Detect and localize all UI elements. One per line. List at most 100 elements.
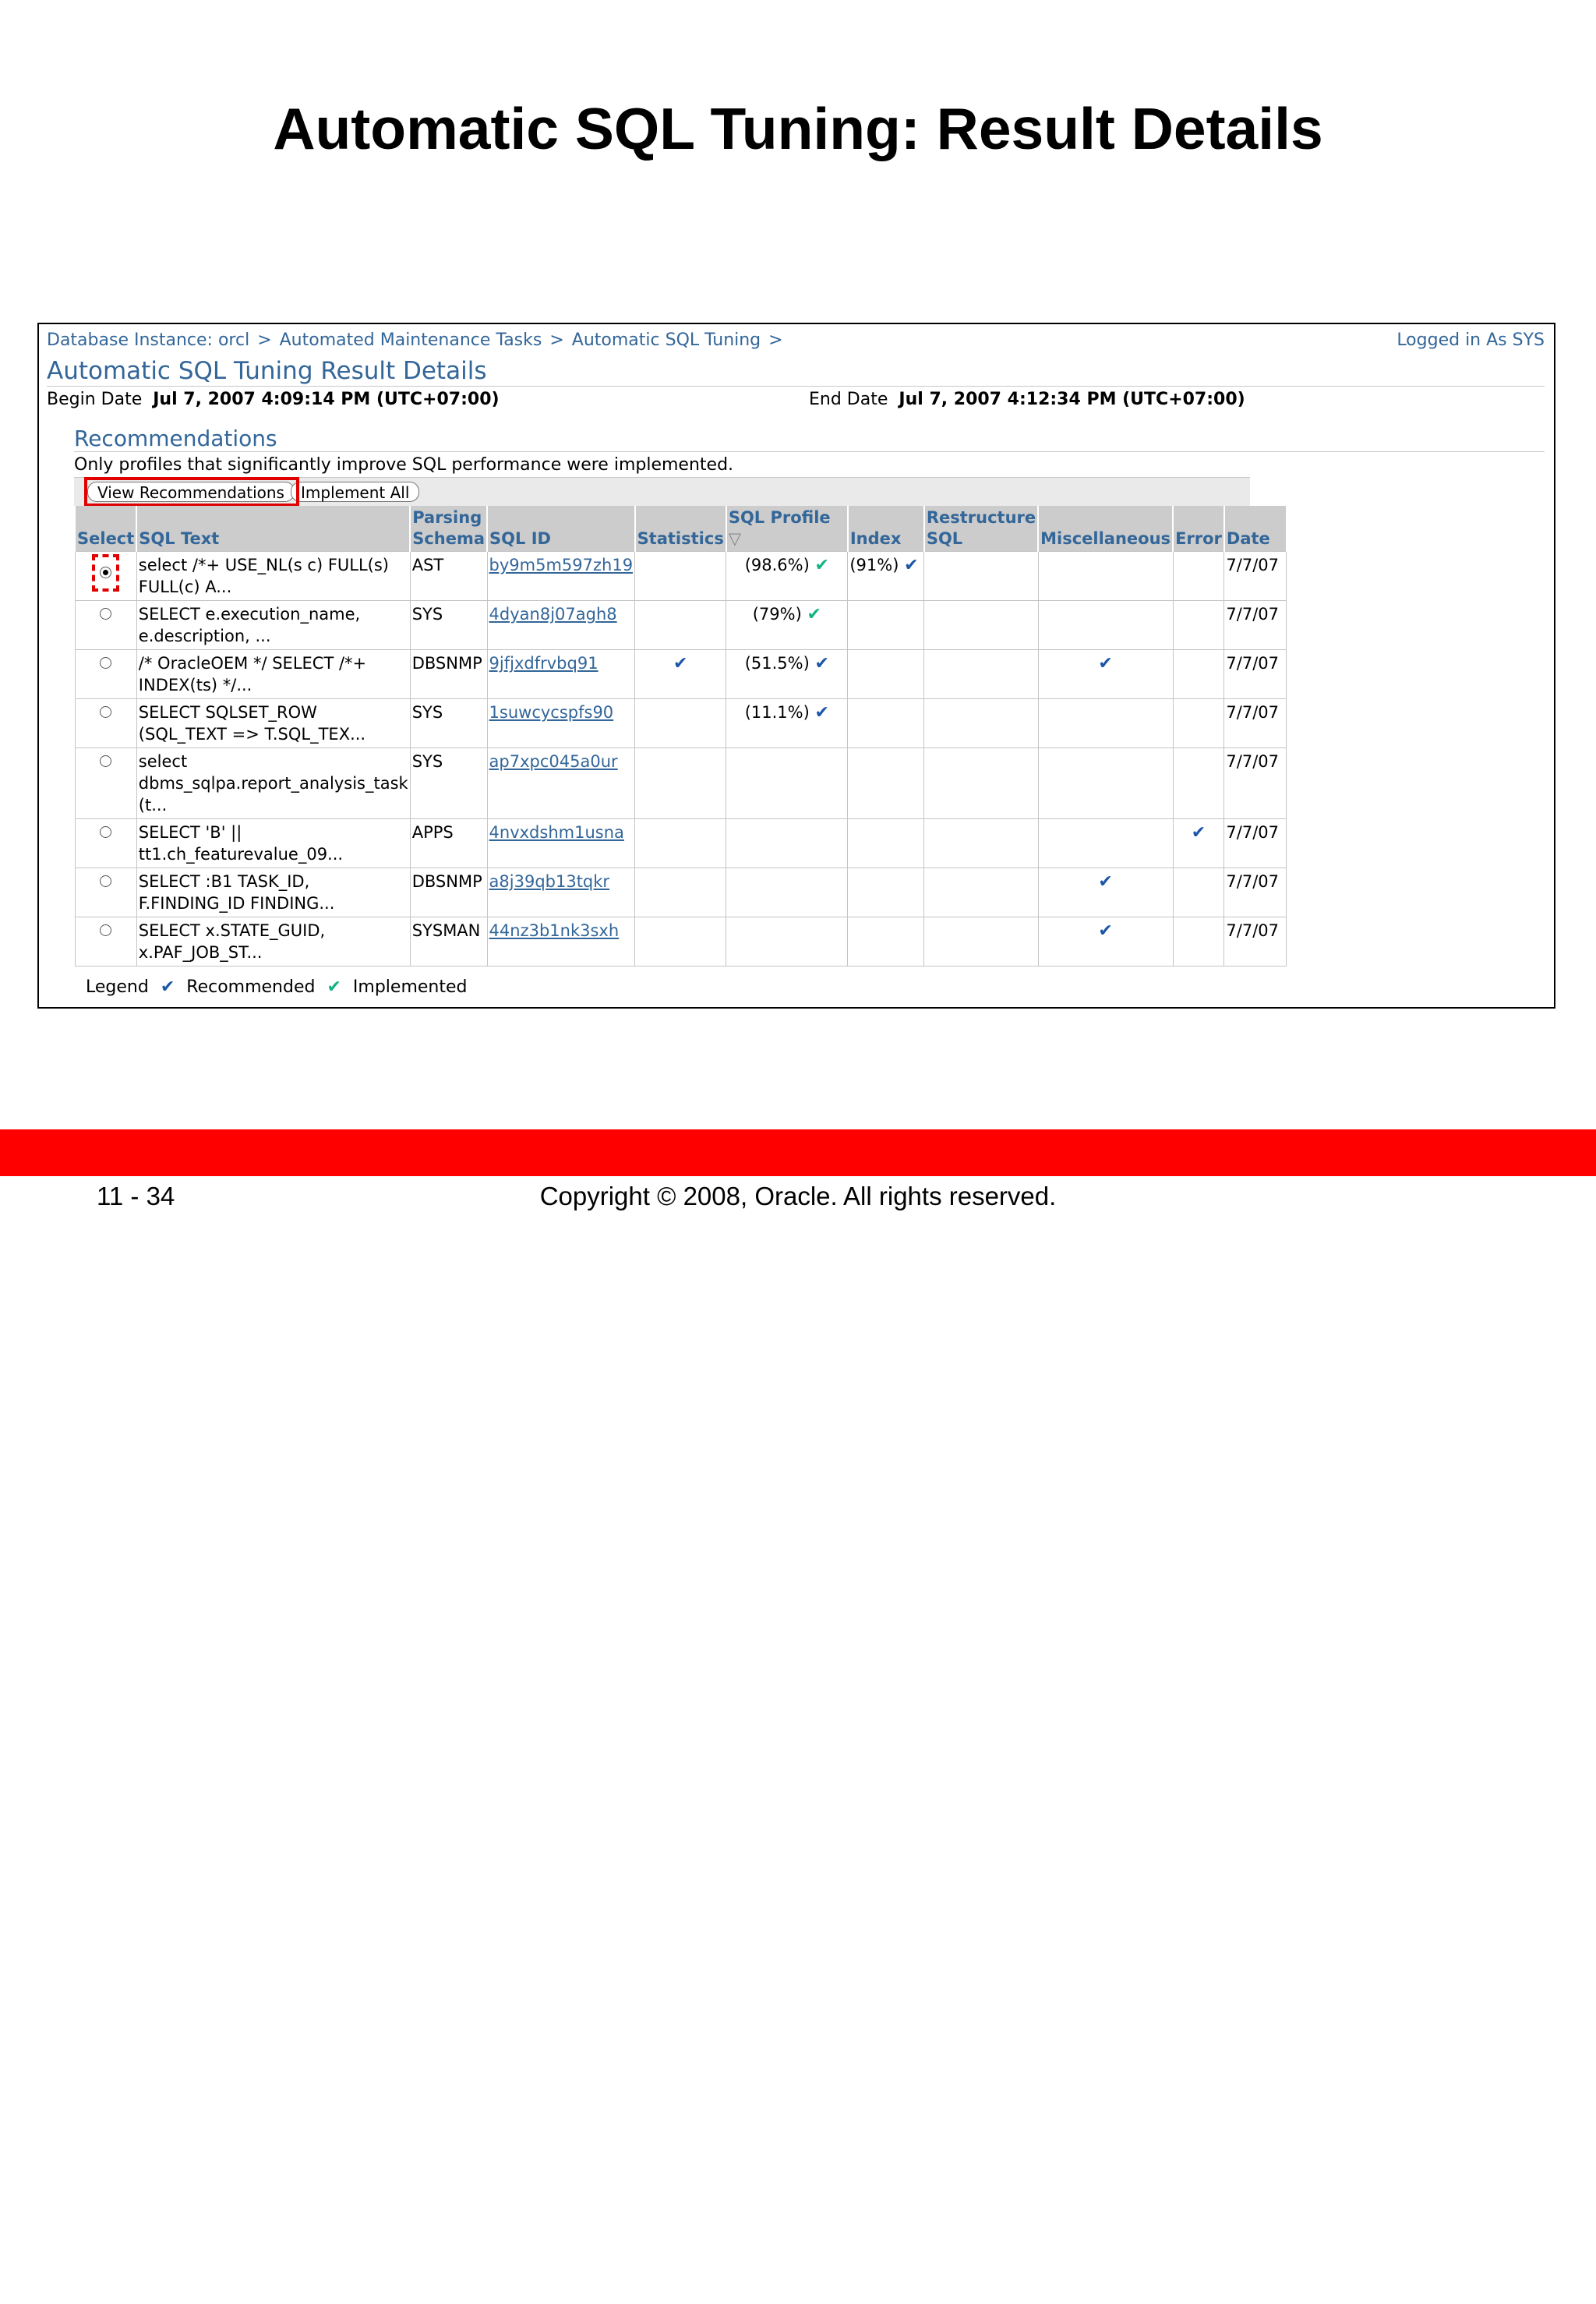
index-cell: [847, 698, 925, 748]
col-miscellaneous: Miscellaneous: [1037, 506, 1174, 552]
sql-text-cell: /* OracleOEM */ SELECT /*+ INDEX(ts) */.…: [136, 649, 411, 699]
breadcrumb-database-instance[interactable]: Database Instance: orcl: [47, 330, 249, 350]
table-row: SELECT 'B' || tt1.ch_featurevalue_09... …: [74, 818, 1287, 868]
implement-all-button[interactable]: Implement All: [291, 482, 420, 502]
error-cell: ✔: [1172, 818, 1225, 868]
check-icon: ✔: [160, 977, 175, 997]
restructure-cell: [923, 868, 1039, 917]
radio-icon[interactable]: [100, 706, 112, 718]
legend-label: Legend: [86, 977, 149, 997]
select-cell: [74, 747, 137, 819]
check-icon: ✔: [327, 977, 341, 997]
restructure-cell: [923, 551, 1039, 601]
statistics-cell: [634, 868, 727, 917]
date-cell: 7/7/07: [1223, 698, 1287, 748]
col-sql-profile[interactable]: SQL Profile ▽: [725, 506, 849, 552]
sql-id-cell: 4nvxdshm1usna: [486, 818, 636, 868]
begin-date-value: Jul 7, 2007 4:09:14 PM (UTC+07:00): [153, 390, 500, 409]
sql-id-link[interactable]: 4nvxdshm1usna: [489, 823, 624, 842]
table-row: SELECT x.STATE_GUID, x.PAF_JOB_ST... SYS…: [74, 917, 1287, 966]
check-icon: ✔: [1098, 921, 1113, 941]
sql-profile-cell: [726, 818, 849, 868]
slide-title: Automatic SQL Tuning: Result Details: [273, 96, 1323, 161]
index-cell: [847, 600, 925, 650]
col-index: Index: [846, 506, 925, 552]
radio-icon[interactable]: [100, 755, 112, 767]
date-cell: 7/7/07: [1223, 551, 1287, 601]
index-cell: [847, 747, 925, 819]
restructure-cell: [923, 747, 1039, 819]
error-cell: [1172, 551, 1225, 601]
sql-id-link[interactable]: 4dyan8j07agh8: [489, 605, 617, 624]
sort-desc-icon[interactable]: ▽: [729, 529, 741, 548]
restructure-cell: [923, 600, 1039, 650]
sql-id-link[interactable]: a8j39qb13tqkr: [489, 872, 610, 891]
check-icon: ✔: [814, 556, 829, 575]
radio-icon[interactable]: [100, 608, 112, 620]
check-icon: ✔: [1098, 654, 1113, 673]
selected-highlight: [92, 554, 120, 592]
select-cell: [74, 868, 137, 917]
radio-icon[interactable]: [100, 924, 112, 936]
error-cell: [1172, 868, 1225, 917]
check-icon: ✔: [904, 556, 919, 575]
sql-id-link[interactable]: 1suwcycspfs90: [489, 703, 614, 722]
col-error: Error: [1172, 506, 1225, 552]
index-cell: [847, 868, 925, 917]
breadcrumb-maintenance-tasks[interactable]: Automated Maintenance Tasks: [280, 330, 542, 350]
date-cell: 7/7/07: [1223, 649, 1287, 699]
breadcrumb-separator: >: [768, 330, 783, 350]
misc-cell: [1037, 747, 1174, 819]
index-cell: (91%) ✔: [847, 551, 925, 601]
sql-id-link[interactable]: ap7xpc045a0ur: [489, 752, 618, 771]
legend-recommended: Recommended: [186, 977, 316, 997]
statistics-cell: [634, 551, 727, 601]
misc-cell: [1037, 818, 1174, 868]
copyright: Copyright © 2008, Oracle. All rights res…: [539, 1182, 1057, 1210]
error-cell: [1172, 649, 1225, 699]
error-cell: [1172, 600, 1225, 650]
radio-icon[interactable]: [100, 826, 112, 838]
sql-id-link[interactable]: by9m5m597zh19: [489, 556, 634, 574]
recommendations-info: Only profiles that significantly improve…: [74, 455, 734, 475]
breadcrumb-sql-tuning[interactable]: Automatic SQL Tuning: [572, 330, 761, 350]
select-cell: [74, 698, 137, 748]
error-cell: [1172, 747, 1225, 819]
table-row: select dbms_sqlpa.report_analysis_task (…: [74, 747, 1287, 819]
statistics-cell: [634, 747, 727, 819]
divider: [74, 451, 1545, 452]
sql-id-link[interactable]: 44nz3b1nk3sxh: [489, 921, 620, 940]
radio-selected-icon[interactable]: [100, 567, 112, 578]
sql-text-cell: SELECT 'B' || tt1.ch_featurevalue_09...: [136, 818, 411, 868]
schema-cell: DBSNMP: [409, 649, 488, 699]
schema-cell: SYS: [409, 698, 488, 748]
sql-profile-cell: [726, 868, 849, 917]
radio-icon[interactable]: [100, 657, 112, 669]
sql-id-cell: ap7xpc045a0ur: [486, 747, 636, 819]
restructure-cell: [923, 818, 1039, 868]
highlight-box: [84, 477, 299, 507]
table-row: SELECT e.execution_name, e.description, …: [74, 600, 1287, 650]
sql-text-cell: SELECT :B1 TASK_ID, F.FINDING_ID FINDING…: [136, 868, 411, 917]
date-cell: 7/7/07: [1223, 747, 1287, 819]
check-icon: ✔: [814, 703, 829, 723]
screenshot-panel: Database Instance: orcl > Automated Mainte…: [37, 323, 1555, 1009]
radio-icon[interactable]: [100, 875, 112, 887]
select-cell: [74, 600, 137, 650]
index-value: (91%): [849, 556, 899, 574]
sql-id-cell: 1suwcycspfs90: [486, 698, 636, 748]
index-cell: [847, 917, 925, 966]
sql-id-link[interactable]: 9jfjxdfrvbq91: [489, 654, 598, 673]
select-cell: [74, 917, 137, 966]
date-cell: 7/7/07: [1223, 868, 1287, 917]
breadcrumb-separator: >: [257, 330, 272, 350]
col-date: Date: [1223, 506, 1287, 552]
schema-cell: SYS: [409, 600, 488, 650]
misc-cell: ✔: [1037, 868, 1174, 917]
misc-cell: ✔: [1037, 649, 1174, 699]
index-cell: [847, 649, 925, 699]
misc-cell: [1037, 698, 1174, 748]
col-select: Select: [73, 506, 138, 552]
sql-id-cell: 4dyan8j07agh8: [486, 600, 636, 650]
sql-profile-cell: [726, 747, 849, 819]
